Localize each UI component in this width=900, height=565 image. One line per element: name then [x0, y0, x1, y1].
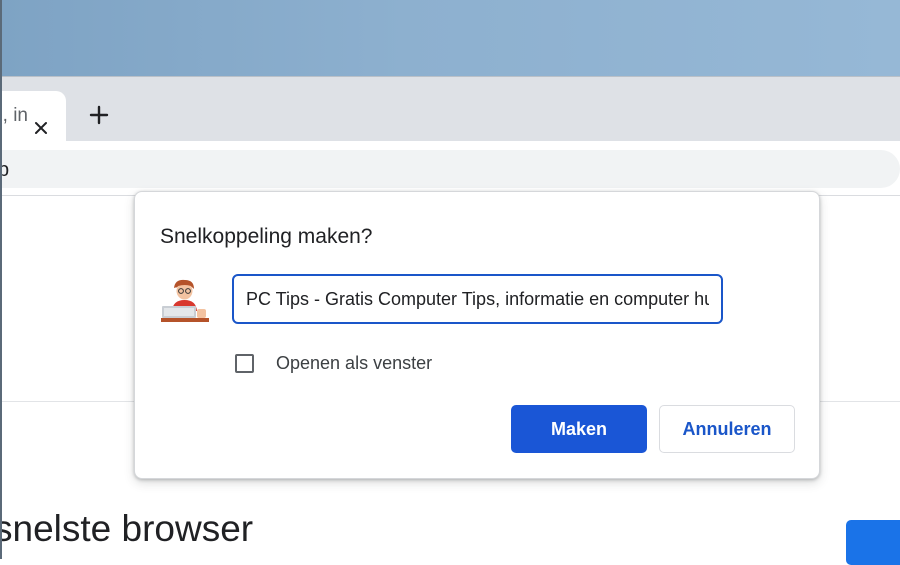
screen: PC Tips - Gratis Computer Tips, in p sne…: [0, 0, 900, 565]
create-shortcut-dialog: Snelkoppeling maken? PC Tips - Gratis Co…: [134, 191, 820, 479]
active-tab[interactable]: PC Tips - Gratis Computer Tips, in: [0, 91, 66, 142]
window-edge: [0, 0, 2, 559]
address-bar[interactable]: p: [0, 150, 900, 188]
cancel-button[interactable]: Annuleren: [659, 405, 795, 453]
open-as-window-checkbox[interactable]: [235, 353, 254, 373]
tab-strip: PC Tips - Gratis Computer Tips, in: [0, 76, 900, 142]
dialog-title: Snelkoppeling maken?: [160, 225, 373, 248]
open-as-window-row[interactable]: Openen als venster: [235, 351, 432, 375]
open-as-window-label[interactable]: Openen als venster: [276, 353, 432, 374]
desktop-background: [0, 0, 900, 76]
page-button[interactable]: [846, 520, 900, 565]
pc-tips-avatar-icon: [161, 278, 209, 324]
page-heading: snelste browser: [0, 508, 254, 549]
create-button[interactable]: Maken: [511, 405, 647, 453]
close-icon[interactable]: [32, 119, 50, 137]
plus-icon[interactable]: [86, 102, 112, 128]
browser-toolbar: p: [0, 141, 900, 195]
tab-title: PC Tips - Gratis Computer Tips, in: [0, 105, 28, 126]
shortcut-name-input[interactable]: [232, 274, 723, 324]
